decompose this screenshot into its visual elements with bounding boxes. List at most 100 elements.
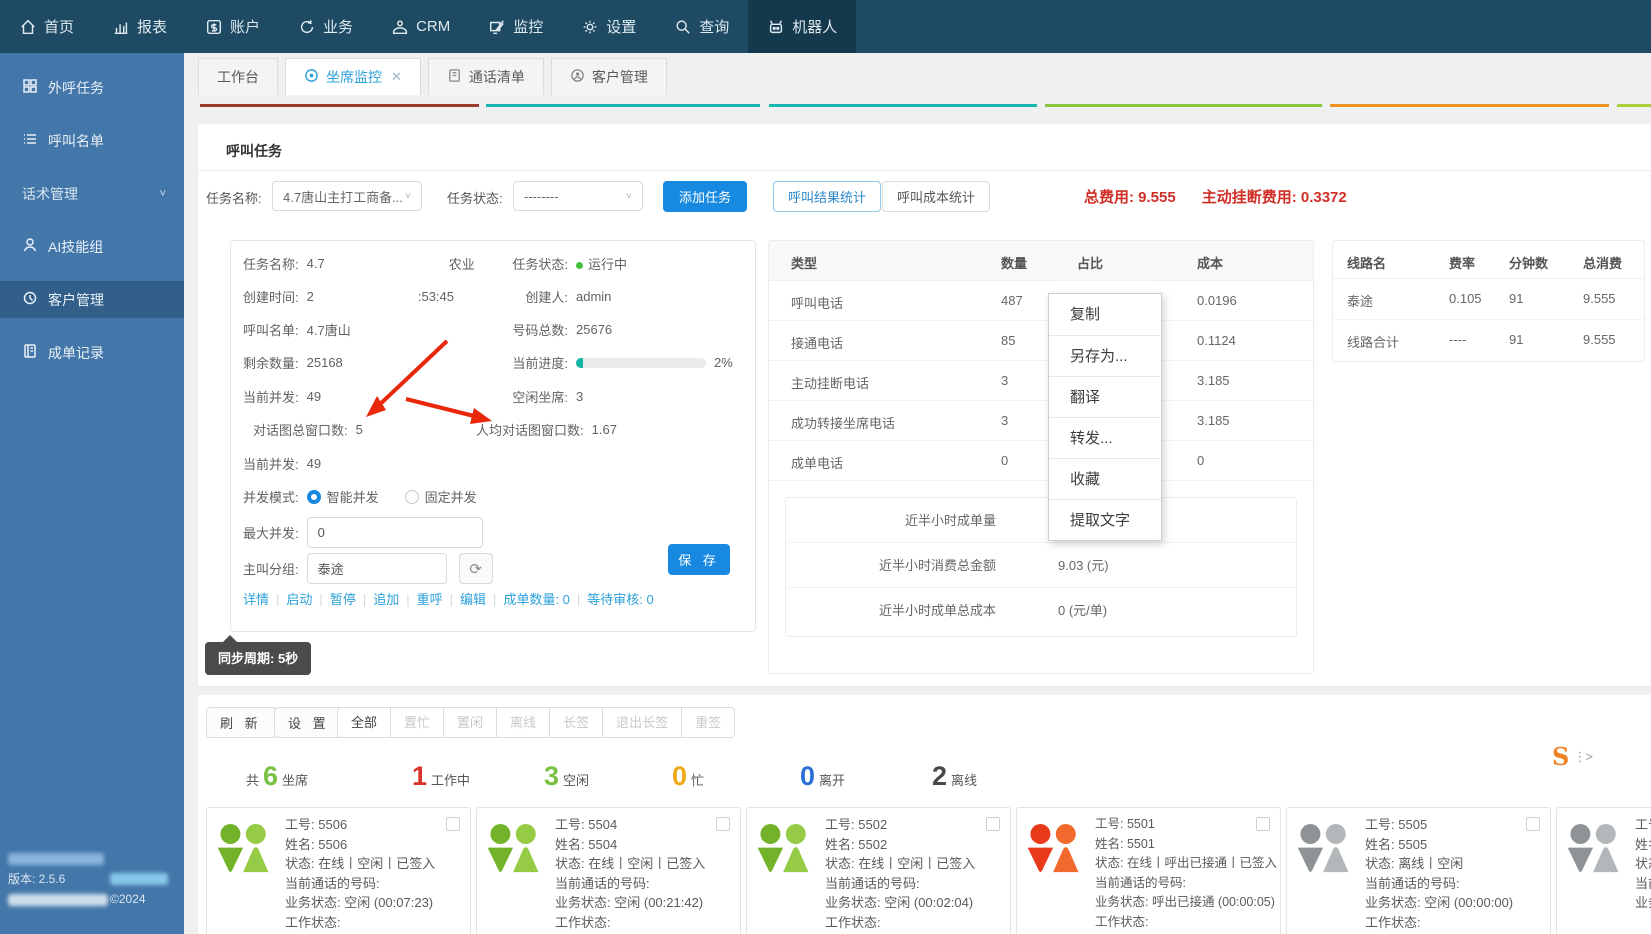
tab-customer-management[interactable]: 客户管理 xyxy=(551,58,667,95)
customer-icon xyxy=(22,290,38,309)
link-recall[interactable]: 重呼 xyxy=(417,592,443,607)
refresh-icon[interactable]: ⟳ xyxy=(459,553,493,584)
field-value: 4.7 xyxy=(307,256,325,271)
field-value: 4.7唐山 xyxy=(307,320,351,339)
nav-item-account[interactable]: 账户 xyxy=(186,0,279,53)
sidebar-item-deal-records[interactable]: 成单记录 xyxy=(0,334,184,371)
filter-all-button[interactable]: 全部 xyxy=(337,707,391,738)
long-sign-button: 长签 xyxy=(550,707,603,738)
nav-item-home[interactable]: 首页 xyxy=(0,0,93,53)
agent-checkbox[interactable] xyxy=(716,817,730,831)
sidebar-item-call-lists[interactable]: 呼叫名单 xyxy=(0,122,184,159)
agent-id: 5501 xyxy=(1127,817,1155,831)
sidebar-item-outbound-tasks[interactable]: 外呼任务 xyxy=(0,69,184,106)
agent-name: 5505 xyxy=(1398,837,1427,852)
field-label: 呼叫名单: xyxy=(243,320,299,339)
radio-fixed-concurrency[interactable]: 固定并发 xyxy=(405,487,477,506)
agent-filter-button-group: 全部 置忙 置闲 离线 长签 退出长签 重签 xyxy=(337,707,735,738)
summary-value: 9.03 (元) xyxy=(1058,558,1109,573)
re-sign-button: 重签 xyxy=(682,707,735,738)
redacted-text xyxy=(322,289,410,305)
status-value: 运行中 xyxy=(576,254,627,273)
link-append[interactable]: 追加 xyxy=(373,592,399,607)
agent-id: 5502 xyxy=(858,817,887,832)
agent-id: 5505 xyxy=(1398,817,1427,832)
table-row: 成单电话00 xyxy=(769,441,1313,481)
summary-row: 近半小时成单总成本0 (元/单) xyxy=(786,588,1296,633)
total-fee: 总费用: 9.555 xyxy=(1084,189,1176,206)
summary-row: 近半小时消费总金额9.03 (元) xyxy=(786,543,1296,588)
max-concurrency-input[interactable] xyxy=(307,517,483,548)
close-icon[interactable]: ✕ xyxy=(391,69,402,85)
radio-label: 智能并发 xyxy=(327,490,379,505)
stat-label: 离开 xyxy=(819,773,845,788)
agent-clipped-line: 工作状态: xyxy=(555,915,611,930)
sidebar-item-customer-management[interactable]: 客户管理 xyxy=(0,281,184,318)
nav-item-reports[interactable]: 报表 xyxy=(93,0,186,53)
menu-item-forward[interactable]: 转发... xyxy=(1049,417,1161,458)
nav-item-crm[interactable]: CRM xyxy=(372,0,469,53)
link-pause[interactable]: 暂停 xyxy=(330,592,356,607)
field-value: 49 xyxy=(307,456,321,471)
add-task-button[interactable]: 添加任务 xyxy=(663,181,747,212)
menu-item-save-as[interactable]: 另存为... xyxy=(1049,335,1161,376)
field-label: 当前并发: xyxy=(243,387,299,406)
save-button[interactable]: 保 存 xyxy=(668,544,730,575)
progress-percent: 2% xyxy=(714,355,733,370)
agent-id-label: 工号: xyxy=(1095,817,1123,831)
agent-checkbox[interactable] xyxy=(986,817,1000,831)
agent-checkbox[interactable] xyxy=(1526,817,1540,831)
summary-value: 0 (元/单) xyxy=(1058,603,1107,618)
set-idle-button: 置闲 xyxy=(444,707,497,738)
agent-call-label: 当前通话的号码: xyxy=(825,876,920,891)
agent-name: 5506 xyxy=(318,837,347,852)
agent-status-label: 状态: xyxy=(1095,856,1123,870)
menu-item-copy[interactable]: 复制 xyxy=(1049,294,1161,335)
agent-biz-label: 业务状态: xyxy=(1095,895,1148,909)
agent-name-label: 姓名: xyxy=(1635,837,1651,852)
screenshot-tool-icon[interactable]: S ⋮> xyxy=(1552,742,1592,771)
agent-clipped-line: 工作状态: xyxy=(1095,915,1148,929)
agents-pair-icon xyxy=(1565,822,1623,878)
call-result-stats-button[interactable]: 呼叫结果统计 xyxy=(773,181,881,212)
menu-item-favorite[interactable]: 收藏 xyxy=(1049,458,1161,499)
sidebar-item-ai-skill-group[interactable]: AI技能组 xyxy=(0,228,184,265)
settings-button[interactable]: 设 置 xyxy=(274,707,344,738)
task-name-select[interactable]: 4.7唐山主打工商备... ˅ xyxy=(272,181,422,211)
task-status-select-value: -------- xyxy=(524,189,559,204)
radio-smart-concurrency[interactable]: 智能并发 xyxy=(307,487,379,506)
agent-biz-status: 空闲 (00:00:00) xyxy=(1424,895,1513,910)
tab-call-log[interactable]: 通话清单 xyxy=(428,58,544,95)
call-cost-stats-button[interactable]: 呼叫成本统计 xyxy=(882,181,990,212)
task-status-select[interactable]: -------- ˅ xyxy=(513,181,643,211)
link-pending-review[interactable]: 等待审核: 0 xyxy=(587,592,653,607)
agent-checkbox[interactable] xyxy=(446,817,460,831)
tab-label: 坐席监控 xyxy=(326,67,382,87)
link-deal-count[interactable]: 成单数量: 0 xyxy=(503,592,569,607)
accent-bar-segment xyxy=(200,104,479,107)
link-detail[interactable]: 详情 xyxy=(243,592,269,607)
menu-item-translate[interactable]: 翻译 xyxy=(1049,376,1161,417)
accent-bar-segment xyxy=(769,104,1037,107)
field-value: 3 xyxy=(576,389,583,404)
sidebar-item-script-management[interactable]: 话术管理 ˅ xyxy=(0,175,184,212)
nav-item-query[interactable]: 查询 xyxy=(655,0,748,53)
menu-item-extract-text[interactable]: 提取文字 xyxy=(1049,499,1161,540)
panel-title: 呼叫任务 xyxy=(226,141,282,161)
nav-item-robot[interactable]: 机器人 xyxy=(748,0,856,53)
nav-item-settings[interactable]: 设置 xyxy=(562,0,655,53)
nav-item-business[interactable]: 业务 xyxy=(279,0,372,53)
fee-totals: 总费用: 9.555主动挂断费用: 0.3372 xyxy=(1084,186,1373,207)
refresh-button[interactable]: 刷 新 xyxy=(206,707,276,738)
redacted-brand-name xyxy=(8,853,104,865)
tab-agent-monitor[interactable]: 坐席监控 ✕ xyxy=(285,58,421,95)
cell-type: 成单电话 xyxy=(791,453,843,472)
nav-item-monitor[interactable]: 监控 xyxy=(469,0,562,53)
link-edit[interactable]: 编辑 xyxy=(460,592,486,607)
link-start[interactable]: 启动 xyxy=(286,592,312,607)
caller-group-input[interactable] xyxy=(307,553,447,584)
cell-cost: 3.185 xyxy=(1197,413,1230,428)
chevron-down-icon: ˅ xyxy=(626,191,632,202)
agent-clipped-line: 工作状态: xyxy=(1365,915,1421,930)
tab-workbench[interactable]: 工作台 xyxy=(198,58,278,95)
